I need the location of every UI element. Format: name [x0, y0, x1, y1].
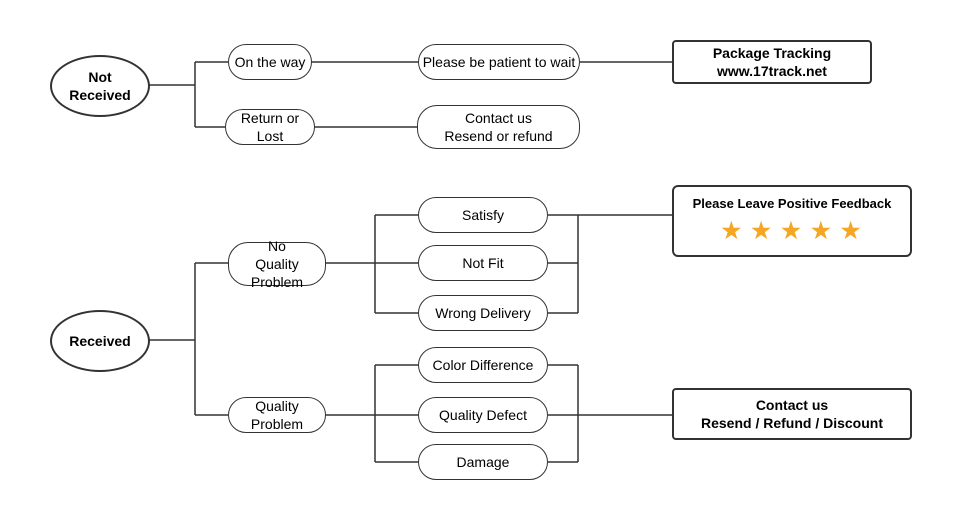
on-the-way-label: On the way [235, 53, 306, 71]
no-quality-problem-node: No Quality Problem [228, 242, 326, 286]
please-be-patient-node: Please be patient to wait [418, 44, 580, 80]
on-the-way-node: On the way [228, 44, 312, 80]
satisfy-node: Satisfy [418, 197, 548, 233]
quality-defect-label: Quality Defect [439, 406, 527, 424]
package-tracking-node: Package Tracking www.17track.net [672, 40, 872, 84]
not-received-node: NotReceived [50, 55, 150, 117]
quality-problem-node: Quality Problem [228, 397, 326, 433]
please-leave-feedback-label: Please Leave Positive Feedback [693, 196, 892, 213]
package-tracking-label: Package Tracking www.17track.net [713, 44, 831, 80]
satisfy-label: Satisfy [462, 206, 504, 224]
received-node: Received [50, 310, 150, 372]
quality-defect-node: Quality Defect [418, 397, 548, 433]
please-leave-feedback-node: Please Leave Positive Feedback ★ ★ ★ ★ ★ [672, 185, 912, 257]
no-quality-problem-label: No Quality Problem [229, 237, 325, 292]
damage-node: Damage [418, 444, 548, 480]
color-difference-node: Color Difference [418, 347, 548, 383]
contact-us-resend2-node: Contact us Resend / Refund / Discount [672, 388, 912, 440]
wrong-delivery-node: Wrong Delivery [418, 295, 548, 331]
return-or-lost-label: Return or Lost [226, 109, 314, 145]
contact-us-resend-node: Contact us Resend or refund [417, 105, 580, 149]
wrong-delivery-label: Wrong Delivery [435, 304, 530, 322]
not-received-label: NotReceived [69, 68, 130, 104]
please-be-patient-label: Please be patient to wait [423, 53, 576, 71]
stars-label: ★ ★ ★ ★ ★ [721, 217, 862, 246]
return-or-lost-node: Return or Lost [225, 109, 315, 145]
damage-label: Damage [457, 453, 510, 471]
not-fit-node: Not Fit [418, 245, 548, 281]
contact-us-resend2-label: Contact us Resend / Refund / Discount [701, 396, 883, 432]
received-label: Received [69, 332, 130, 350]
quality-problem-label: Quality Problem [229, 397, 325, 433]
color-difference-label: Color Difference [433, 356, 534, 374]
contact-us-resend-label: Contact us Resend or refund [444, 109, 552, 145]
not-fit-label: Not Fit [462, 254, 503, 272]
